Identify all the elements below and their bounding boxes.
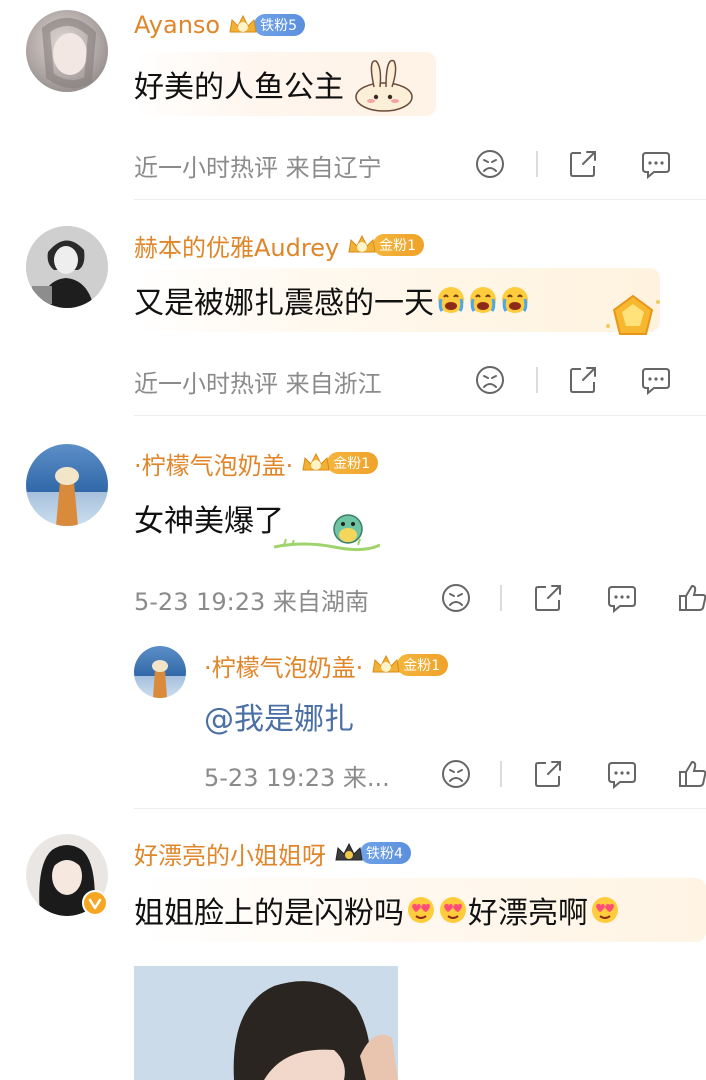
comment-text: 好美的人鱼公主	[134, 70, 344, 105]
comment-text-row: 姐姐脸上的是闪粉吗 好漂亮啊	[134, 878, 706, 942]
comment-icon[interactable]	[606, 582, 638, 614]
comment-item: Ayanso 铁粉5 好美的人鱼公主 近一小时热评 来自辽宁	[0, 0, 706, 200]
fan-badge[interactable]: 金粉1	[369, 652, 449, 678]
reply-meta: 5-23 19:23 来...	[204, 764, 390, 792]
username[interactable]: 好漂亮的小姐姐呀	[134, 836, 326, 871]
crown-icon	[372, 654, 400, 673]
badge-label: 铁粉5	[254, 14, 306, 36]
comment-meta: 近一小时热评 来自辽宁	[134, 154, 382, 182]
username[interactable]: ·柠檬气泡奶盖·	[134, 446, 293, 481]
divider	[500, 585, 502, 611]
comment-text: 姐姐脸上的是闪粉吗	[134, 896, 404, 931]
heart-eyes-emoji-icon	[408, 897, 434, 923]
comment-icon[interactable]	[640, 364, 672, 396]
avatar[interactable]	[134, 646, 186, 698]
comment-text: 又是被娜扎震感的一天	[134, 286, 434, 321]
avatar[interactable]	[26, 834, 108, 916]
badge-label: 金粉1	[327, 452, 379, 474]
fan-badge[interactable]: 金粉1	[299, 450, 379, 476]
fan-badge[interactable]: 铁粉4	[332, 840, 411, 866]
reply-text-row: @我是娜扎	[204, 684, 368, 748]
share-icon[interactable]	[567, 364, 599, 396]
crying-emoji-icon	[434, 285, 530, 315]
badge-label: 铁粉4	[360, 842, 411, 864]
comment-text: 女神美爆了	[134, 504, 284, 539]
comment-divider	[134, 415, 706, 416]
comment-icon[interactable]	[606, 758, 638, 790]
divider	[536, 367, 538, 393]
like-icon[interactable]	[676, 758, 706, 790]
dislike-icon[interactable]	[440, 758, 472, 790]
fan-badge[interactable]: 铁粉5	[226, 12, 306, 38]
dislike-icon[interactable]	[474, 364, 506, 396]
mention-link[interactable]: @我是娜扎	[204, 694, 354, 738]
comment-text-row: 好美的人鱼公主	[134, 52, 436, 116]
comment-text: 好漂亮啊	[468, 896, 588, 931]
fan-badge[interactable]: 金粉1	[345, 232, 425, 258]
badge-label: 金粉1	[373, 234, 425, 256]
crown-icon	[229, 14, 257, 33]
gem-badge-icon	[606, 294, 660, 335]
comment-item: 赫本的优雅Audrey 金粉1 又是被娜扎震感的一天 近一小时热评 来自浙江	[0, 200, 706, 418]
avatar[interactable]	[26, 226, 108, 308]
comment-icon[interactable]	[640, 148, 672, 180]
heart-eyes-emoji-icon	[592, 897, 618, 923]
share-icon[interactable]	[567, 148, 599, 180]
comment-meta: 5-23 19:23 来自湖南	[134, 588, 369, 616]
crown-icon	[302, 452, 330, 471]
username[interactable]: ·柠檬气泡奶盖·	[204, 648, 363, 683]
avatar[interactable]	[26, 444, 108, 526]
dino-sticker-icon	[274, 514, 380, 552]
badge-label: 金粉1	[397, 654, 449, 676]
bunny-sticker-icon	[355, 59, 413, 112]
verified-icon	[82, 890, 108, 916]
username[interactable]: Ayanso	[134, 11, 220, 39]
crown-icon	[335, 842, 363, 861]
username[interactable]: 赫本的优雅Audrey	[134, 228, 339, 263]
share-icon[interactable]	[532, 758, 564, 790]
like-icon[interactable]	[676, 582, 706, 614]
comment-text-row: 女神美爆了	[134, 486, 394, 552]
divider	[500, 761, 502, 787]
share-icon[interactable]	[532, 582, 564, 614]
comment-item: ·柠檬气泡奶盖· 金粉1 女神美爆了 5-23 19:23 来自湖南 ·柠檬气泡…	[0, 418, 706, 810]
dislike-icon[interactable]	[440, 582, 472, 614]
comment-text-row: 又是被娜扎震感的一天	[134, 268, 660, 332]
crown-icon	[348, 234, 376, 253]
comment-divider	[134, 808, 706, 809]
heart-eyes-emoji-icon	[440, 897, 466, 923]
comment-photo[interactable]	[134, 966, 398, 1080]
avatar[interactable]	[26, 10, 108, 92]
comment-meta: 近一小时热评 来自浙江	[134, 370, 382, 398]
divider	[536, 151, 538, 177]
dislike-icon[interactable]	[474, 148, 506, 180]
